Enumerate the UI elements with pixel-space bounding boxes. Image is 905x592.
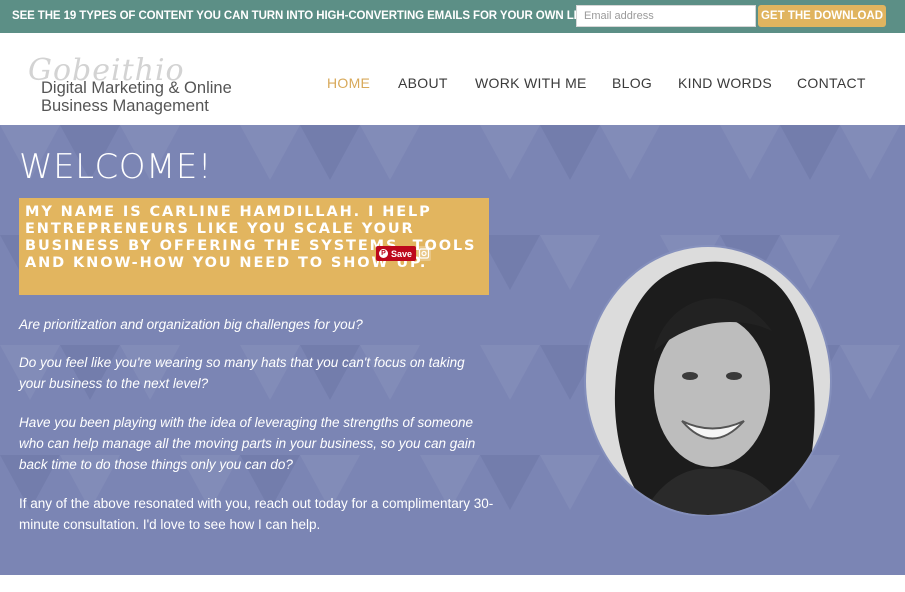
email-field[interactable] (576, 5, 756, 27)
pinterest-icon: P (379, 249, 388, 258)
question-many-hats: Do you feel like you're wearing so many … (19, 355, 465, 391)
hero-section: WELCOME! MY NAME IS CARLINE HAMDILLAH. I… (0, 125, 905, 575)
nav-blog[interactable]: BLOG (612, 75, 652, 91)
nav-contact[interactable]: CONTACT (797, 75, 866, 91)
pinterest-save-button[interactable]: P Save (376, 246, 417, 261)
intro-text: MY NAME IS CARLINE HAMDILLAH. I HELP ENT… (25, 204, 477, 271)
logo-tagline-line2: Business Management (41, 97, 209, 115)
get-download-button[interactable]: GET THE DOWNLOAD (758, 5, 886, 27)
site-logo[interactable]: Gobeithio Digital Marketing & Online Bus… (26, 51, 266, 115)
question-prioritization: Are prioritization and organization big … (19, 317, 363, 332)
promo-bar: SEE THE 19 TYPES OF CONTENT YOU CAN TURN… (0, 0, 905, 33)
logo-tagline-line1: Digital Marketing & Online (41, 79, 232, 97)
nav-work-with-me[interactable]: WORK WITH ME (475, 75, 587, 91)
question-leverage-strengths: Have you been playing with the idea of l… (19, 415, 476, 472)
visual-search-icon[interactable] (417, 246, 431, 261)
consultation-invite: If any of the above resonated with you, … (19, 496, 494, 532)
welcome-heading: WELCOME! (19, 147, 212, 187)
nav-about[interactable]: ABOUT (398, 75, 448, 91)
site-header: Gobeithio Digital Marketing & Online Bus… (0, 33, 905, 125)
portrait-photo (584, 245, 832, 516)
nav-kind-words[interactable]: KIND WORDS (678, 75, 772, 91)
save-label: Save (391, 248, 413, 259)
promo-text: SEE THE 19 TYPES OF CONTENT YOU CAN TURN… (12, 10, 595, 22)
nav-home[interactable]: HOME (327, 75, 370, 91)
